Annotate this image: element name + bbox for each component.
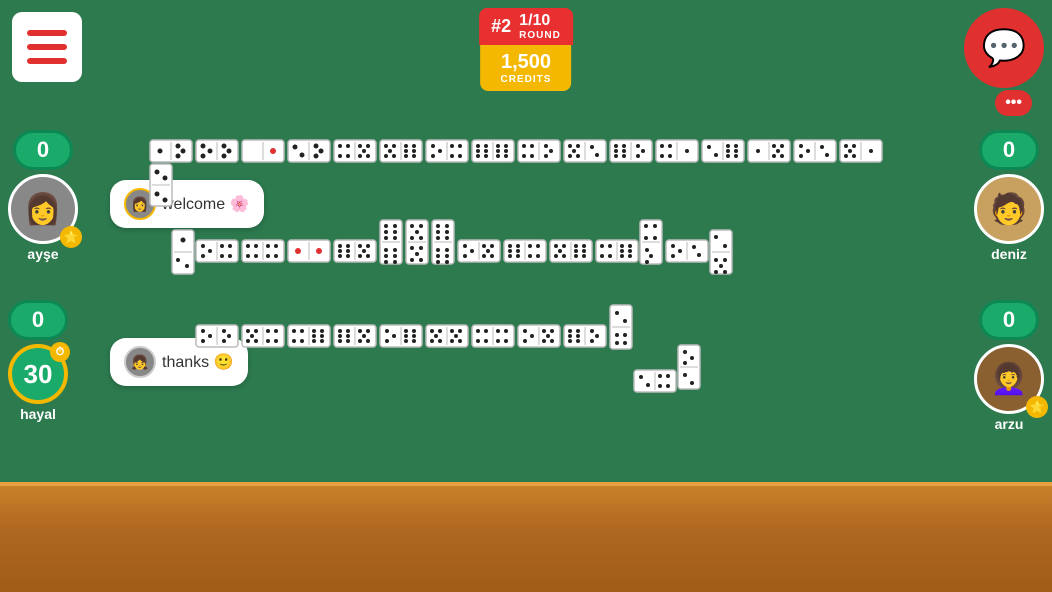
timer-icon: ⏱ [50,342,70,362]
ayse-name: ayşe [27,246,58,262]
player-deniz: 0 🧑 deniz [974,130,1044,262]
credits-amount: 1,500 [501,51,552,74]
menu-line-3 [27,58,67,64]
arzu-score: 0 [979,300,1039,340]
hayal-timer: 30 ⏱ [8,344,68,404]
arzu-star: ⭐ [1026,396,1048,418]
credits-badge: 1,500 CREDITS [481,45,572,91]
hayal-score: 0 [8,300,68,340]
player-ayse: 0 👩 ⭐ ayşe [8,130,78,262]
menu-line-1 [27,30,67,36]
deniz-name: deniz [991,246,1027,262]
hayal-name: hayal [20,406,56,422]
round-of-container: 1/10 ROUND [519,12,561,41]
hand-tray [0,482,1052,592]
round-badge: #2 1/10 ROUND [479,8,573,45]
deniz-avatar: 🧑 [974,174,1044,244]
round-label: ROUND [519,30,561,41]
menu-line-2 [27,44,67,50]
chat-button[interactable]: 💬 [964,8,1044,88]
round-fraction: 1/10 [519,12,561,30]
arzu-name: arzu [995,416,1024,432]
game-board: #2 1/10 ROUND 1,500 CREDITS 💬 ••• 0 👩 ⭐ … [0,0,1052,592]
deniz-score: 0 [979,130,1039,170]
ayse-star: ⭐ [60,226,82,248]
domino-board [110,130,930,470]
chat-icon: 💬 [982,27,1027,69]
player-arzu: 0 👩‍🦱 ⭐ arzu [974,300,1044,432]
player-hayal: 0 30 ⏱ hayal [8,300,68,422]
ayse-score: 0 [13,130,73,170]
menu-button[interactable] [12,12,82,82]
credits-label: CREDITS [501,74,552,85]
chat-dots[interactable]: ••• [995,90,1032,116]
round-number: #2 [491,16,511,37]
round-info: #2 1/10 ROUND 1,500 CREDITS [479,8,573,91]
